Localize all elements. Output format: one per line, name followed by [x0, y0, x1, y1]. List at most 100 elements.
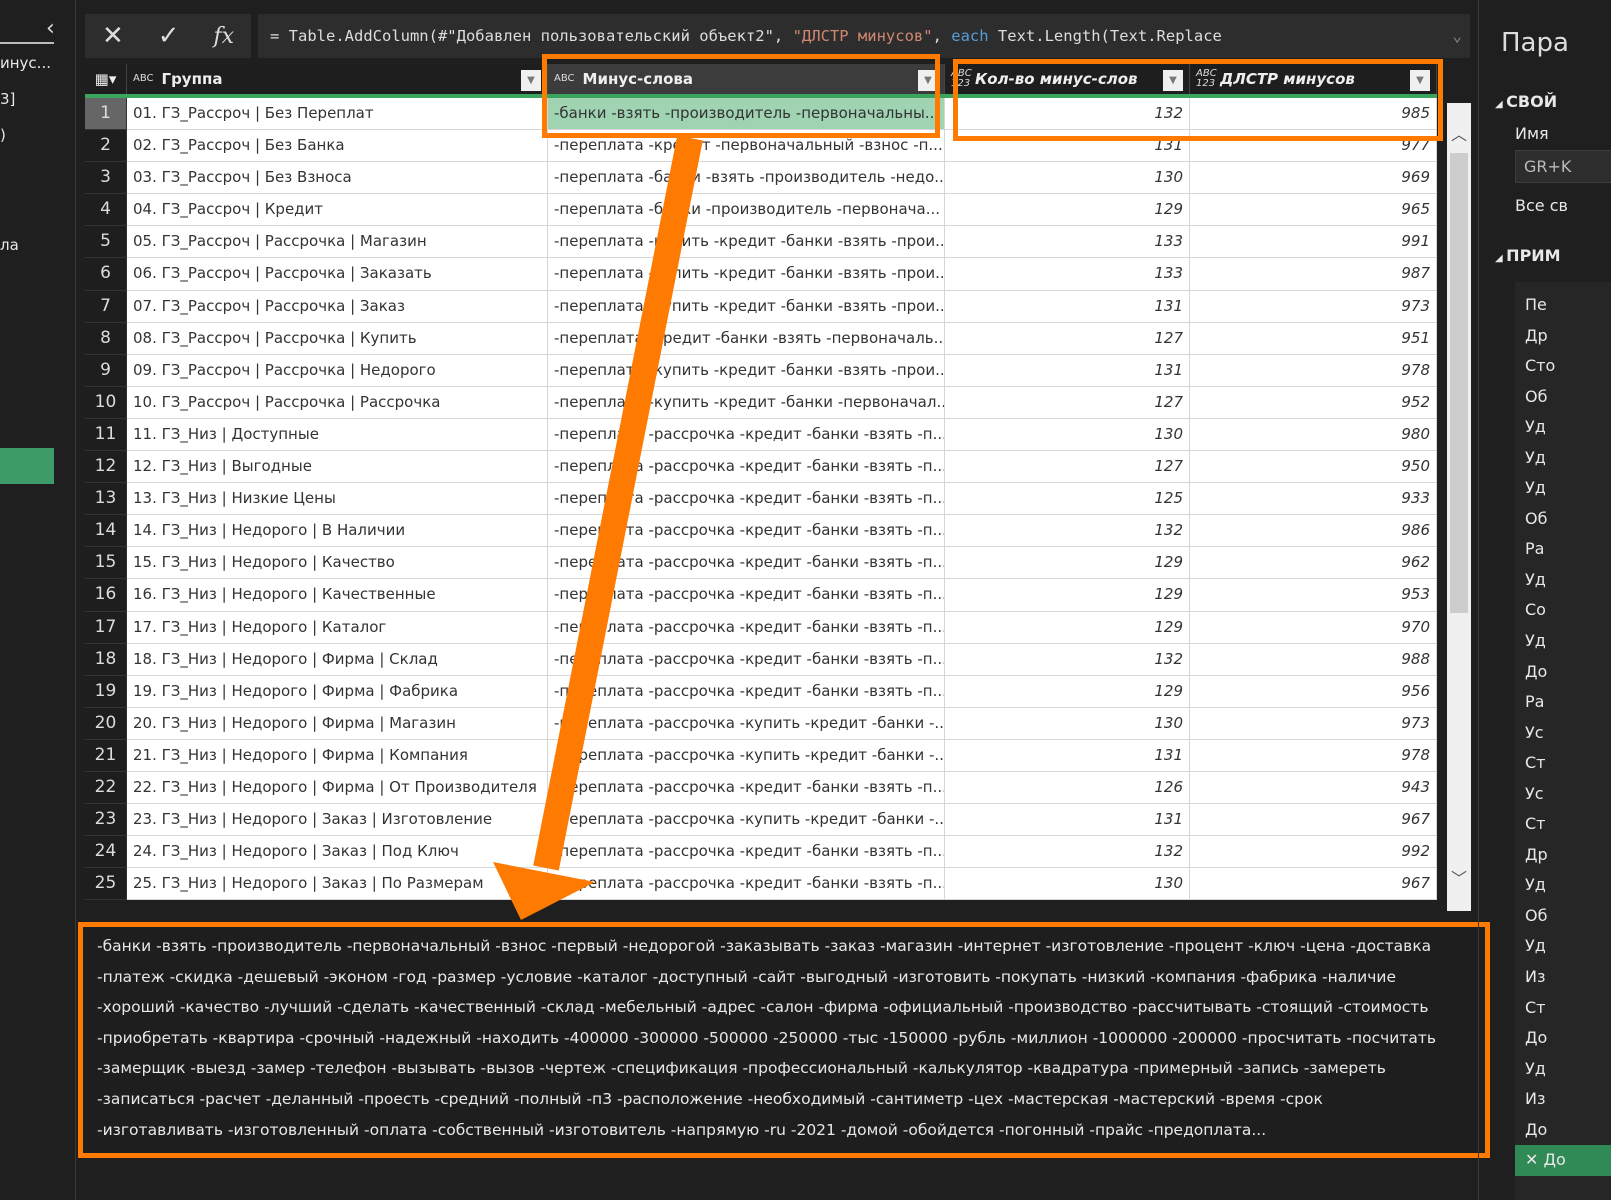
cell-length[interactable]: 986	[1190, 515, 1437, 548]
scroll-up-icon[interactable]: ︿	[1451, 121, 1467, 145]
cell-group[interactable]: 07. ГЗ_Рассроч | Рассрочка | Заказ	[127, 290, 548, 323]
applied-step[interactable]: Уд	[1515, 412, 1611, 443]
table-row[interactable]: 14 14. ГЗ_Низ | Недорого | В Наличии -пере…	[85, 515, 1437, 548]
cell-length[interactable]: 933	[1190, 483, 1437, 516]
type-icon[interactable]: ABC 123	[1196, 69, 1217, 89]
cell-minus-words[interactable]: -переплата -купить -кредит -банки -взять…	[548, 354, 945, 387]
cell-length[interactable]: 965	[1190, 194, 1437, 227]
vertical-scrollbar[interactable]: ︿ ﹀	[1447, 103, 1471, 911]
cell-count[interactable]: 133	[945, 226, 1190, 259]
cell-count[interactable]: 132	[945, 643, 1190, 676]
applied-step[interactable]: Из	[1515, 962, 1611, 993]
cell-minus-words[interactable]: -переплата -рассрочка -кредит -банки -вз…	[548, 579, 945, 612]
row-number[interactable]: 22	[85, 771, 127, 805]
table-row[interactable]: 12 12. ГЗ_Низ | Выгодные -переплата -расср…	[85, 451, 1437, 484]
query-item[interactable]: )	[0, 126, 6, 144]
cell-count[interactable]: 129	[945, 194, 1190, 227]
cell-count[interactable]: 130	[945, 418, 1190, 452]
row-number[interactable]: 9	[85, 354, 127, 387]
type-icon[interactable]: ABC 123	[951, 69, 972, 89]
cell-count[interactable]: 126	[945, 771, 1190, 805]
table-row[interactable]: 17 17. ГЗ_Низ | Недорого | Каталог -перепл…	[85, 611, 1437, 644]
applied-step[interactable]: Уд	[1515, 931, 1611, 962]
column-header-minus-words[interactable]: ABC Минус-слова ▼	[548, 64, 945, 94]
chevron-down-icon[interactable]: ⌄	[1452, 14, 1462, 58]
applied-step[interactable]: Др	[1515, 840, 1611, 871]
applied-step[interactable]: До	[1515, 1115, 1611, 1146]
cell-count[interactable]: 131	[945, 290, 1190, 323]
cell-length[interactable]: 987	[1190, 258, 1437, 291]
table-row[interactable]: 13 13. ГЗ_Низ | Низкие Цены -переплата -ра…	[85, 483, 1437, 516]
cell-group[interactable]: 08. ГЗ_Рассроч | Рассрочка | Купить	[127, 322, 548, 355]
cell-length[interactable]: 943	[1190, 771, 1437, 805]
cell-minus-words[interactable]: -переплата -купить -кредит -банки -перво…	[548, 386, 945, 419]
cell-minus-words[interactable]: -переплата -рассрочка -купить -кредит -б…	[548, 804, 945, 837]
cell-group[interactable]: 17. ГЗ_Низ | Недорого | Каталог	[127, 611, 548, 644]
row-number[interactable]: 15	[85, 547, 127, 580]
formula-input[interactable]: = Table.AddColumn(#"Добавлен пользовател…	[258, 14, 1470, 58]
applied-step[interactable]: Об	[1515, 901, 1611, 932]
cell-count[interactable]: 131	[945, 804, 1190, 837]
cell-group[interactable]: 23. ГЗ_Низ | Недорого | Заказ | Изготовл…	[127, 804, 548, 837]
cell-minus-words[interactable]: -переплата -купить -кредит -банки -взять…	[548, 258, 945, 291]
row-number[interactable]: 16	[85, 579, 127, 612]
cell-length[interactable]: 978	[1190, 739, 1437, 772]
cell-minus-words[interactable]: -переплата -купить -кредит -банки -взять…	[548, 226, 945, 259]
column-header-length[interactable]: ABC 123 ДЛСТР минусов ▼	[1190, 64, 1437, 94]
row-number[interactable]: 14	[85, 515, 127, 548]
cell-group[interactable]: 13. ГЗ_Низ | Низкие Цены	[127, 483, 548, 516]
cell-count[interactable]: 132	[945, 836, 1190, 869]
applied-step[interactable]: Об	[1515, 504, 1611, 535]
cell-count[interactable]: 127	[945, 322, 1190, 355]
row-number[interactable]: 19	[85, 675, 127, 708]
cell-count[interactable]: 127	[945, 451, 1190, 484]
table-row[interactable]: 2 02. ГЗ_Рассроч | Без Банка -переплата -к…	[85, 130, 1437, 163]
cell-minus-words[interactable]: -переплата -рассрочка -кредит -банки -вз…	[548, 611, 945, 644]
table-row[interactable]: 1 01. ГЗ_Рассроч | Без Переплат -банки -вз…	[85, 98, 1437, 131]
table-row[interactable]: 15 15. ГЗ_Низ | Недорого | Качество -переп…	[85, 547, 1437, 580]
cell-count[interactable]: 131	[945, 739, 1190, 772]
row-number[interactable]: 7	[85, 290, 127, 323]
section-properties[interactable]: ◢ СВОЙ	[1495, 92, 1557, 111]
row-number[interactable]: 23	[85, 804, 127, 837]
cell-length[interactable]: 950	[1190, 451, 1437, 484]
row-number[interactable]: 8	[85, 322, 127, 355]
query-item[interactable]: инус...	[0, 54, 51, 72]
cell-group[interactable]: 05. ГЗ_Рассроч | Рассрочка | Магазин	[127, 226, 548, 259]
row-number[interactable]: 6	[85, 258, 127, 291]
row-number[interactable]: 4	[85, 194, 127, 227]
table-row[interactable]: 24 24. ГЗ_Низ | Недорого | Заказ | Под Кл…	[85, 836, 1437, 869]
cell-length[interactable]: 967	[1190, 868, 1437, 901]
cell-count[interactable]: 133	[945, 258, 1190, 291]
table-row[interactable]: 21 21. ГЗ_Низ | Недорого | Фирма | Компан…	[85, 739, 1437, 772]
row-number[interactable]: 18	[85, 643, 127, 676]
cell-length[interactable]: 978	[1190, 354, 1437, 387]
cell-minus-words[interactable]: -переплата -рассрочка -кредит -банки -вз…	[548, 547, 945, 580]
cell-count[interactable]: 132	[945, 98, 1190, 131]
table-row[interactable]: 9 09. ГЗ_Рассроч | Рассрочка | Недорого -п…	[85, 354, 1437, 387]
cell-count[interactable]: 132	[945, 515, 1190, 548]
table-row[interactable]: 7 07. ГЗ_Рассроч | Рассрочка | Заказ -пере…	[85, 290, 1437, 323]
cell-minus-words[interactable]: -переплата -банки -производитель -первон…	[548, 194, 945, 227]
applied-step[interactable]: Сто	[1515, 351, 1611, 382]
cell-minus-words[interactable]: -переплата -рассрочка -купить -кредит -б…	[548, 739, 945, 772]
table-row[interactable]: 19 19. ГЗ_Низ | Недорого | Фирма | Фабрик…	[85, 675, 1437, 708]
cell-length[interactable]: 951	[1190, 322, 1437, 355]
row-number[interactable]: 24	[85, 836, 127, 869]
cell-minus-words[interactable]: -переплата -кредит -первоначальный -взно…	[548, 130, 945, 163]
applied-step[interactable]: Уд	[1515, 565, 1611, 596]
row-number[interactable]: 11	[85, 418, 127, 452]
cell-minus-words[interactable]: -переплата -рассрочка -кредит -банки -вз…	[548, 451, 945, 484]
table-row[interactable]: 20 20. ГЗ_Низ | Недорого | Фирма | Магази…	[85, 707, 1437, 740]
cell-minus-words[interactable]: -переплата -купить -кредит -банки -взять…	[548, 290, 945, 323]
row-number[interactable]: 12	[85, 451, 127, 484]
table-row[interactable]: 11 11. ГЗ_Низ | Доступные -переплата -расс…	[85, 418, 1437, 452]
cell-count[interactable]: 130	[945, 707, 1190, 740]
cell-length[interactable]: 953	[1190, 579, 1437, 612]
cell-group[interactable]: 24. ГЗ_Низ | Недорого | Заказ | Под Ключ	[127, 836, 548, 869]
table-row[interactable]: 25 25. ГЗ_Низ | Недорого | Заказ | По Раз…	[85, 868, 1437, 901]
row-number[interactable]: 25	[85, 868, 127, 901]
type-icon[interactable]: ABC	[133, 74, 154, 84]
applied-step[interactable]: Ус	[1515, 779, 1611, 810]
filter-dropdown-icon[interactable]: ▼	[521, 70, 541, 91]
